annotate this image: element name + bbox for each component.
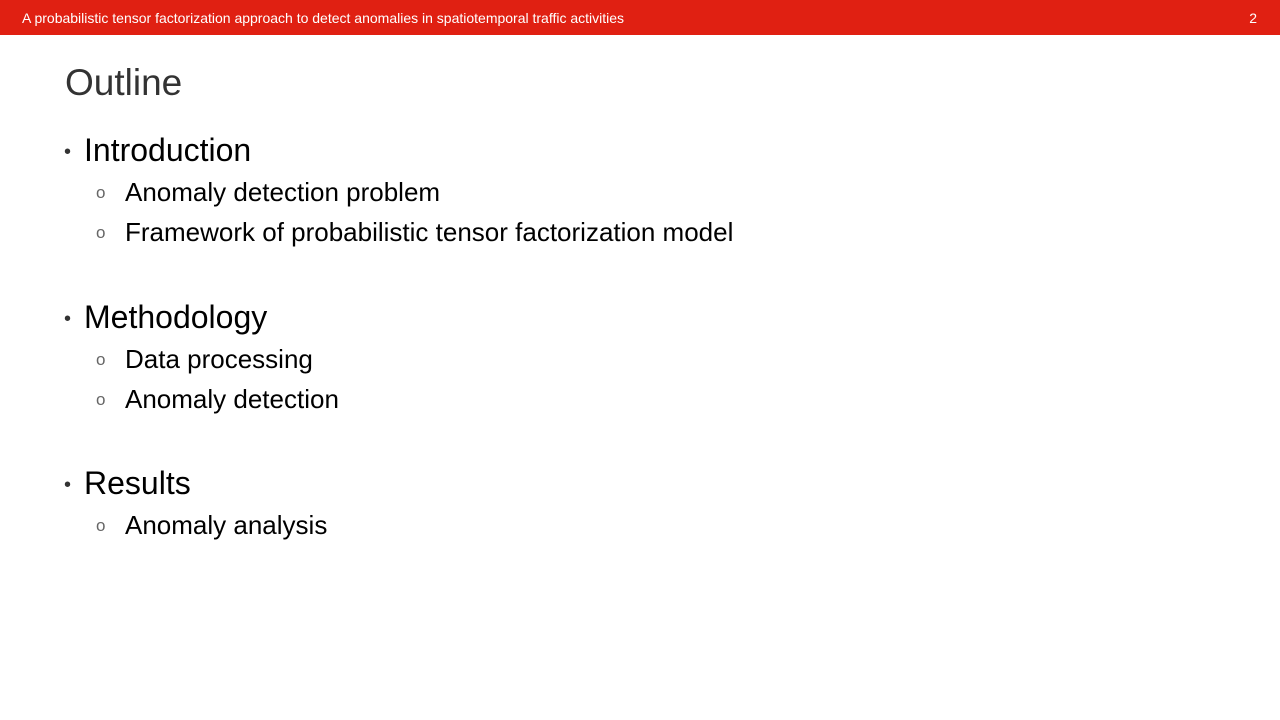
outline-subitem: o Data processing (0, 344, 1280, 376)
outline-subitem: o Anomaly detection problem (0, 177, 1280, 209)
outline-section-methodology: • Methodology (0, 299, 1280, 339)
bullet-icon: • (64, 474, 72, 496)
slide: A probabilistic tensor factorization app… (0, 0, 1280, 720)
outline-subitem: o Framework of probabilistic tensor fact… (0, 217, 1280, 249)
outline-section-introduction: • Introduction (0, 132, 1280, 172)
subitem-label: Anomaly detection problem (125, 177, 441, 207)
subitem-label: Framework of probabilistic tensor factor… (125, 217, 734, 247)
sub-bullet-icon: o (96, 390, 106, 409)
outline-subitem: o Anomaly detection (0, 384, 1280, 416)
subitem-label: Anomaly analysis (125, 510, 328, 540)
subitem-label: Data processing (125, 344, 313, 374)
bullet-icon: • (64, 308, 72, 330)
bullet-icon: • (64, 141, 72, 163)
sub-bullet-icon: o (96, 516, 106, 535)
subitem-label: Anomaly detection (125, 384, 339, 414)
section-label: Methodology (84, 299, 268, 335)
sub-bullet-icon: o (96, 223, 106, 242)
outline-section-results: • Results (0, 465, 1280, 505)
section-label: Introduction (84, 132, 252, 168)
outline-subitem: o Anomaly analysis (0, 510, 1280, 542)
sub-bullet-icon: o (96, 183, 106, 202)
sub-bullet-icon: o (96, 350, 106, 369)
outline-list: • Introduction o Anomaly detection probl… (0, 0, 1280, 720)
section-label: Results (84, 465, 191, 501)
